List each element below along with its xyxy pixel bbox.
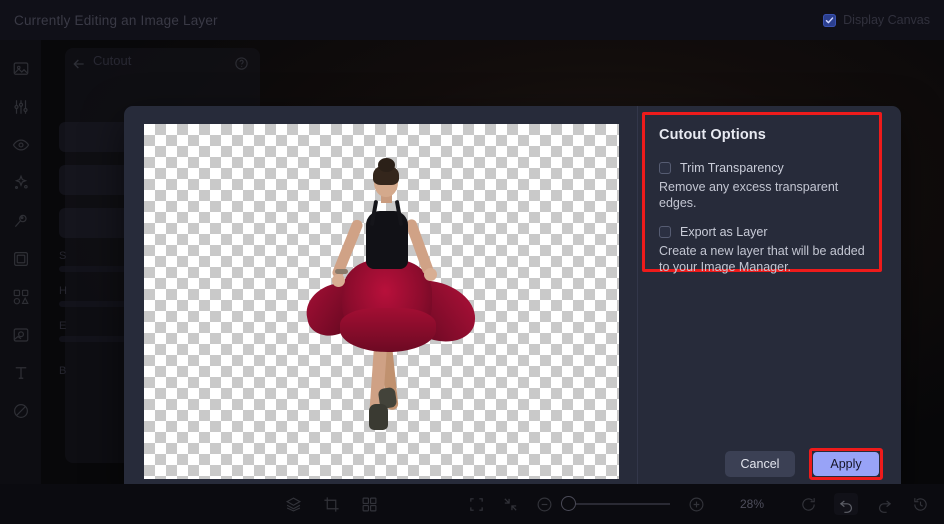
- sidebar-item-mask[interactable]: [8, 398, 34, 424]
- zoom-level-value: 28%: [740, 497, 765, 511]
- cutout-options-pane: Cutout Options Trim Transparency Remove …: [638, 106, 901, 498]
- trim-transparency-label: Trim Transparency: [680, 161, 784, 175]
- redo-icon[interactable]: [874, 494, 894, 514]
- history-icon[interactable]: [910, 494, 930, 514]
- apply-button-highlight: Apply: [809, 448, 883, 480]
- export-as-layer-checkbox[interactable]: [659, 226, 671, 238]
- sidebar-item-shapes[interactable]: [8, 284, 34, 310]
- zoom-slider[interactable]: [561, 496, 670, 511]
- apply-button[interactable]: Apply: [813, 452, 879, 476]
- cutout-subject-image: [282, 156, 482, 446]
- background-panel-title: Cutout: [93, 53, 132, 68]
- sidebar-item-effects[interactable]: [8, 170, 34, 196]
- bottom-view-and-zoom: 28%: [466, 494, 764, 514]
- sidebar-item-magic-tools[interactable]: [8, 208, 34, 234]
- cutout-modal: Cutout Options Trim Transparency Remove …: [124, 106, 901, 498]
- top-bar: Currently Editing an Image Layer Display…: [0, 0, 944, 40]
- reset-icon[interactable]: [798, 494, 818, 514]
- background-row-label: H: [59, 285, 67, 297]
- page-title: Currently Editing an Image Layer: [14, 12, 218, 28]
- sidebar-item-pictures[interactable]: [8, 322, 34, 348]
- display-canvas-toggle[interactable]: Display Canvas: [823, 13, 930, 27]
- fit-to-screen-icon[interactable]: [466, 494, 486, 514]
- export-as-layer-option[interactable]: Export as Layer: [659, 225, 867, 239]
- left-tool-rail: [0, 40, 41, 484]
- cutout-preview-pane: [124, 106, 637, 498]
- canvas-area: Cutout S H E B Cutout Options Trim Trans…: [41, 40, 944, 498]
- undo-icon[interactable]: [834, 493, 858, 515]
- background-row-label: E: [59, 320, 67, 332]
- cancel-button[interactable]: Cancel: [725, 451, 795, 477]
- sidebar-item-text[interactable]: [8, 360, 34, 386]
- grid-icon[interactable]: [359, 494, 379, 514]
- bottom-left-tools: [283, 494, 379, 514]
- export-as-layer-label: Export as Layer: [680, 225, 768, 239]
- zoom-slider-handle[interactable]: [561, 496, 576, 511]
- zoom-in-icon[interactable]: [686, 494, 706, 514]
- cutout-options-title: Cutout Options: [659, 127, 766, 143]
- help-circle-icon[interactable]: [234, 56, 249, 76]
- back-arrow-icon[interactable]: [71, 56, 87, 77]
- layers-icon[interactable]: [283, 494, 303, 514]
- background-row-label: B: [59, 365, 67, 377]
- sidebar-item-visibility[interactable]: [8, 132, 34, 158]
- bottom-toolbar: 28%: [0, 484, 944, 524]
- display-canvas-checkbox[interactable]: [823, 13, 837, 27]
- app-root: Currently Editing an Image Layer Display…: [0, 0, 944, 524]
- export-as-layer-description: Create a new layer that will be added to…: [659, 244, 865, 274]
- trim-transparency-description: Remove any excess transparent edges.: [659, 180, 839, 210]
- transparency-checkerboard: [144, 123, 619, 479]
- bottom-history-tools: [798, 493, 930, 515]
- sidebar-item-adjustments[interactable]: [8, 94, 34, 120]
- sidebar-item-image-layer[interactable]: [8, 56, 34, 82]
- trim-transparency-option[interactable]: Trim Transparency: [659, 161, 867, 175]
- trim-transparency-checkbox[interactable]: [659, 162, 671, 174]
- display-canvas-label: Display Canvas: [843, 13, 930, 27]
- cutout-options-highlight-box: Cutout Options Trim Transparency Remove …: [642, 112, 882, 274]
- crop-transform-icon[interactable]: [321, 494, 341, 514]
- collapse-arrows-icon[interactable]: [500, 494, 520, 514]
- background-row-label: S: [59, 250, 67, 262]
- sidebar-item-frames[interactable]: [8, 246, 34, 272]
- modal-action-bar: Cancel Apply: [725, 448, 883, 480]
- zoom-out-icon[interactable]: [534, 494, 554, 514]
